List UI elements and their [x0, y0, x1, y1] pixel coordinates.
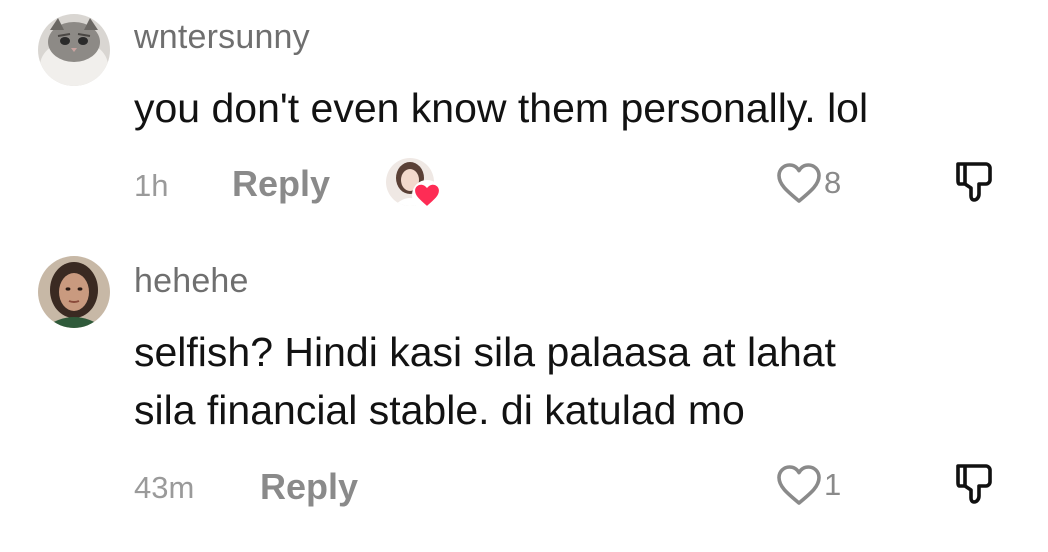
heart-outline-icon	[777, 163, 821, 203]
reply-button[interactable]: Reply	[232, 163, 330, 205]
thumbs-down-icon	[956, 162, 992, 202]
creator-liked-badge	[386, 158, 446, 214]
like-button[interactable]: 1	[776, 464, 841, 506]
like-count: 1	[824, 467, 842, 502]
heart-outline-icon	[777, 465, 821, 505]
like-button[interactable]: 8	[776, 162, 841, 204]
username[interactable]: wntersunny	[134, 18, 310, 57]
cat-avatar-icon	[38, 14, 110, 86]
comment-text: sila financial stable. di katulad mo	[134, 387, 745, 433]
thumbs-down-icon	[956, 464, 992, 504]
avatar[interactable]	[38, 256, 110, 328]
timestamp: 43m	[134, 470, 195, 505]
dislike-button[interactable]	[952, 160, 996, 204]
comment-item: wntersunny you don't even know them pers…	[0, 0, 1048, 230]
comments-page: wntersunny you don't even know them pers…	[0, 0, 1048, 552]
comment-text: you don't even know them personally. lol	[134, 85, 869, 131]
comment-text: selfish? Hindi kasi sila palaasa at laha…	[134, 329, 836, 375]
dislike-button[interactable]	[952, 462, 996, 506]
person-avatar-icon	[38, 256, 110, 328]
comment-item: hehehe selfish? Hindi kasi sila palaasa …	[0, 240, 1048, 552]
heart-filled-icon	[412, 180, 442, 210]
reply-button[interactable]: Reply	[260, 466, 358, 508]
avatar[interactable]	[38, 14, 110, 86]
timestamp: 1h	[134, 168, 169, 203]
like-count: 8	[824, 165, 842, 200]
username[interactable]: hehehe	[134, 262, 249, 301]
